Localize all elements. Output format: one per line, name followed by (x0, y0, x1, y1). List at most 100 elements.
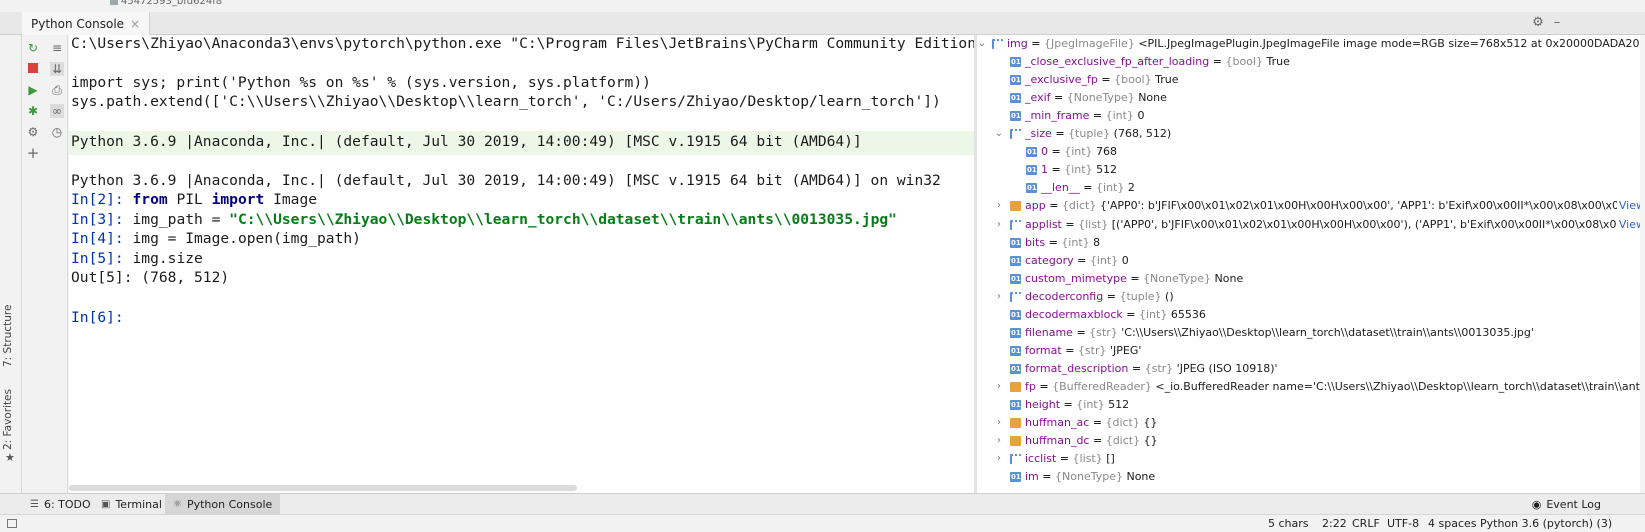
variable-name: _exif (1025, 91, 1051, 105)
variable-row[interactable]: custom_mimetype = {NoneType} None (977, 270, 1645, 288)
variable-row[interactable]: 0 = {int} 768 (977, 143, 1645, 161)
variable-text: applist = {list} [('APP0', b'JFIF\x00\x0… (1025, 216, 1645, 234)
field-type-icon (1010, 306, 1021, 324)
favorites-tool-button[interactable]: 2: Favorites (2, 389, 14, 450)
variable-row[interactable]: › app = {dict} {'APP0': b'JFIF\x00\x01\x0… (977, 197, 1645, 216)
gear-icon[interactable]: ⚙ (1531, 16, 1545, 30)
variable-row[interactable]: › huffman_ac = {dict} {} (977, 414, 1645, 432)
chevron-right-icon[interactable]: › (994, 450, 1004, 468)
variable-row[interactable]: filename = {str} 'C:\\Users\\Zhiyao\\Des… (977, 324, 1645, 342)
chevron-right-icon[interactable]: › (994, 432, 1004, 450)
interpreter-selector[interactable]: Python 3.6 (pytorch) (3) (1480, 517, 1612, 530)
stop-icon[interactable] (26, 62, 40, 76)
caret-position[interactable]: 2:22 (1322, 517, 1347, 530)
field-type-icon (1010, 234, 1021, 252)
close-icon[interactable]: × (130, 17, 140, 31)
tab-python-console[interactable]: Python Console × (22, 12, 151, 35)
vertical-scrollbar[interactable] (1640, 35, 1645, 493)
event-log-button[interactable]: ◉ Event Log (1532, 494, 1601, 514)
variable-row[interactable]: 1 = {int} 512 (977, 161, 1645, 179)
field-type-icon (1010, 360, 1021, 378)
debug-icon[interactable]: ✱ (26, 104, 40, 118)
history-icon[interactable]: ◷ (50, 125, 64, 139)
field-type-icon (1010, 342, 1021, 360)
variable-row[interactable]: _exif = {NoneType} None (977, 89, 1645, 107)
variable-type: {int} (1076, 398, 1105, 411)
python-console-tab[interactable]: ⚛ Python Console (165, 494, 281, 514)
file-encoding[interactable]: UTF-8 (1387, 517, 1419, 530)
show-variables-icon[interactable]: ∞ (50, 104, 64, 118)
variables-pane: ⌄ img = {JpegImageFile} <PIL.JpegImagePlu… (977, 35, 1645, 493)
variable-type: {JpegImageFile} (1043, 37, 1135, 50)
variable-row[interactable]: bits = {int} 8 (977, 234, 1645, 252)
list-type-icon (1010, 219, 1021, 230)
add-icon[interactable]: + (26, 146, 40, 161)
tool-windows-toggle-icon[interactable] (7, 519, 17, 528)
variable-row[interactable]: category = {int} 0 (977, 252, 1645, 270)
variable-row[interactable]: › decoderconfig = {tuple} () (977, 288, 1645, 306)
chevron-right-icon[interactable]: › (994, 378, 1004, 396)
variable-row[interactable]: __len__ = {int} 2 (977, 179, 1645, 197)
variable-value: 'JPEG' (1110, 343, 1142, 357)
variable-row[interactable]: › icclist = {list} [] (977, 450, 1645, 468)
variable-value: [] (1106, 452, 1115, 466)
variable-text: huffman_ac = {dict} {} (1025, 416, 1158, 430)
variable-row[interactable]: _close_exclusive_fp_after_loading = {boo… (977, 53, 1645, 71)
line-separator[interactable]: CRLF (1352, 517, 1380, 530)
tab-python-console-label: Python Console (31, 16, 125, 31)
variable-value: (768, 512) (1113, 127, 1172, 141)
editor-tab-fragment: 45472593_bfd624f8 (0, 0, 1645, 12)
rerun-icon[interactable]: ↻ (26, 41, 40, 55)
terminal-tab[interactable]: ▣ Terminal (93, 494, 170, 514)
field-type-icon (1010, 107, 1021, 125)
variable-row[interactable]: decodermaxblock = {int} 65536 (977, 306, 1645, 324)
chevron-right-icon[interactable]: › (994, 414, 1004, 432)
field-type-icon (1010, 71, 1021, 89)
variable-row[interactable]: height = {int} 512 (977, 396, 1645, 414)
variable-row[interactable]: format = {str} 'JPEG' (977, 342, 1645, 360)
console-input-line[interactable]: In[6]: (71, 309, 133, 326)
todo-tab[interactable]: ☰ 6: TODO (22, 494, 99, 514)
chevron-right-icon[interactable]: › (994, 288, 1004, 306)
horizontal-scrollbar[interactable] (69, 485, 577, 491)
run-icon[interactable]: ▶ (26, 83, 40, 97)
settings-icon[interactable]: ⚙ (26, 125, 40, 139)
chevron-down-icon[interactable]: ⌄ (994, 125, 1004, 143)
variable-value: 'C:\\Users\\Zhiyao\\Desktop\\learn_torch… (1121, 325, 1534, 339)
variable-type: {list} (1072, 452, 1103, 466)
variable-row[interactable]: › huffman_dc = {dict} {} (977, 432, 1645, 450)
variable-row[interactable]: _exclusive_fp = {bool} True (977, 71, 1645, 89)
event-log-icon: ◉ (1531, 497, 1542, 511)
variable-text: huffman_dc = {dict} {} (1025, 434, 1158, 448)
variable-row[interactable]: format_description = {str} 'JPEG (ISO 10… (977, 360, 1645, 378)
left-tool-stripe: 7: Structure 2: Favorites ★ (0, 35, 22, 493)
variable-type: {dict} (1105, 416, 1140, 430)
console-output[interactable]: C:\Users\Zhiyao\Anaconda3\envs\pytorch\p… (69, 35, 974, 493)
indent-setting[interactable]: 4 spaces (1428, 517, 1477, 530)
chevron-right-icon[interactable]: › (994, 216, 1004, 234)
structure-tool-button[interactable]: 7: Structure (2, 305, 14, 367)
variable-type: {BufferedReader} (1052, 379, 1152, 393)
scroll-to-end-icon[interactable]: ⇊ (50, 62, 64, 76)
field-type-icon (1010, 468, 1021, 486)
variable-text: _size = {tuple} (768, 512) (1025, 127, 1172, 141)
chevron-right-icon[interactable]: › (994, 197, 1004, 215)
list-type-icon (1010, 129, 1021, 140)
variable-row[interactable]: ⌄ img = {JpegImageFile} <PIL.JpegImagePlu… (977, 35, 1645, 53)
console-toolbar-secondary: ≡ ⇊ ⎙ ∞ ◷ (46, 35, 68, 493)
variable-type: {bool} (1225, 55, 1263, 69)
variable-row[interactable]: im = {NoneType} None (977, 468, 1645, 486)
variable-text: format = {str} 'JPEG' (1025, 343, 1142, 357)
variable-type: {int} (1096, 181, 1125, 195)
variable-type: {str} (1077, 343, 1107, 357)
print-icon[interactable]: ⎙ (50, 83, 64, 97)
variable-row[interactable]: _min_frame = {int} 0 (977, 107, 1645, 125)
soft-wrap-icon[interactable]: ≡ (50, 41, 64, 55)
chevron-down-icon[interactable]: ⌄ (977, 35, 987, 53)
variable-row[interactable]: › applist = {list} [('APP0', b'JFIF\x00\x… (977, 215, 1645, 234)
field-type-icon (1010, 324, 1021, 342)
field-type-icon (1010, 396, 1021, 414)
variable-row[interactable]: ⌄ _size = {tuple} (768, 512) (977, 125, 1645, 143)
variable-row[interactable]: › fp = {BufferedReader} <_io.BufferedRead… (977, 378, 1645, 396)
minimize-icon[interactable]: – (1550, 16, 1564, 30)
